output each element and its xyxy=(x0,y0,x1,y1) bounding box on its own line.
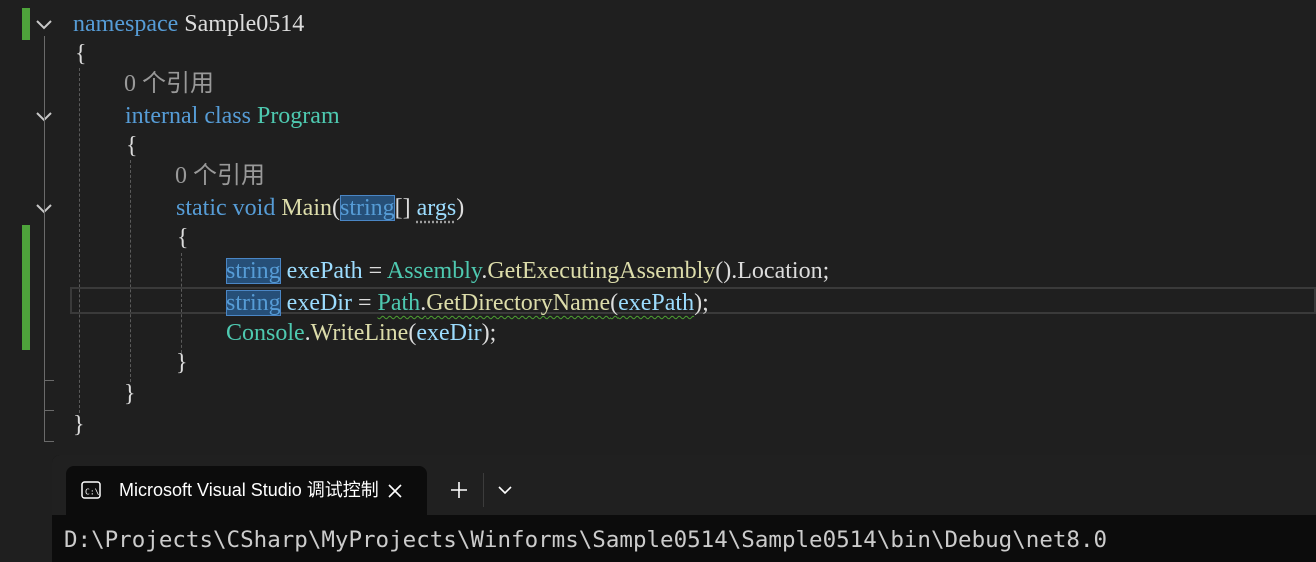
brace: { xyxy=(177,225,189,251)
code-line: static void Main(string[] args) xyxy=(176,195,465,221)
codelens-references[interactable]: 0 个引用 xyxy=(124,69,214,99)
keyword: void xyxy=(232,195,276,221)
code-line: } xyxy=(176,348,188,378)
outline-bar xyxy=(44,36,45,442)
chevron-down-icon[interactable] xyxy=(34,14,54,34)
outline-bar xyxy=(44,380,54,381)
brace: { xyxy=(126,133,138,159)
code-line: } xyxy=(124,379,136,409)
code-line: string exePath = Assembly.GetExecutingAs… xyxy=(226,258,830,284)
keyword: internal xyxy=(125,103,199,129)
class-name: Program xyxy=(256,103,340,129)
terminal-output: D:\Projects\CSharp\MyProjects\Winforms\S… xyxy=(64,527,1108,553)
brace: } xyxy=(176,350,188,376)
change-marker xyxy=(22,225,30,350)
indent-guide xyxy=(79,68,80,413)
change-marker xyxy=(22,8,30,40)
keyword: static xyxy=(176,195,227,221)
method-name: GetExecutingAssembly xyxy=(487,258,716,284)
console-icon: C:\ xyxy=(81,480,101,500)
keyword: namespace xyxy=(73,11,179,37)
terminal-tab-bar: C:\ Microsoft Visual Studio 调试控制台 xyxy=(52,455,1316,515)
parameter-name: args xyxy=(416,195,457,221)
code-line: { xyxy=(75,39,87,69)
keyword-highlighted: string xyxy=(340,195,395,221)
type-name: Assembly xyxy=(386,258,482,284)
type-name: Console xyxy=(226,320,305,346)
code-line: { xyxy=(126,131,138,161)
method-name: WriteLine xyxy=(310,320,409,346)
keyword-highlighted: string xyxy=(226,258,281,284)
type-name: Path xyxy=(377,290,421,316)
code-line: internal class Program xyxy=(125,101,340,131)
code-line: } xyxy=(73,410,85,440)
references-label[interactable]: 0 个引用 xyxy=(175,163,265,189)
terminal-window[interactable]: C:\ Microsoft Visual Studio 调试控制台 D:\Pro… xyxy=(52,455,1316,562)
variable-name: exePath xyxy=(618,290,695,316)
variable-name: exeDir xyxy=(286,290,352,316)
namespace-name: Sample0514 xyxy=(184,11,305,37)
svg-text:C:\: C:\ xyxy=(85,488,100,497)
variable-name: exeDir xyxy=(416,320,482,346)
property-name: Location xyxy=(737,258,823,284)
brace: { xyxy=(75,41,87,67)
variable-name: exePath xyxy=(286,258,363,284)
plus-icon[interactable] xyxy=(447,478,471,502)
code-line: Console.WriteLine(exeDir); xyxy=(226,320,497,346)
keyword: class xyxy=(204,103,251,129)
code-editor[interactable]: namespace Sample0514 { 0 个引用 internal cl… xyxy=(0,0,1316,470)
terminal-tab[interactable]: C:\ Microsoft Visual Studio 调试控制台 xyxy=(66,466,427,515)
code-line: { xyxy=(177,223,189,253)
close-icon[interactable] xyxy=(383,479,407,503)
divider xyxy=(483,473,484,507)
tab-title[interactable]: Microsoft Visual Studio 调试控制台 xyxy=(119,466,379,515)
references-label[interactable]: 0 个引用 xyxy=(124,71,214,97)
indent-guide xyxy=(130,160,131,382)
method-name: Main xyxy=(281,195,332,221)
code-line: string exeDir = Path.GetDirectoryName(ex… xyxy=(226,290,709,316)
keyword-highlighted: string xyxy=(226,290,281,316)
outline-bar xyxy=(44,410,54,411)
chevron-down-icon[interactable] xyxy=(495,480,515,500)
outline-bar xyxy=(44,441,54,442)
codelens-references[interactable]: 0 个引用 xyxy=(175,161,265,191)
code-line: namespace Sample0514 xyxy=(73,9,304,39)
method-name: GetDirectoryName xyxy=(426,290,611,316)
brace: } xyxy=(73,412,85,438)
brace: } xyxy=(124,381,136,407)
